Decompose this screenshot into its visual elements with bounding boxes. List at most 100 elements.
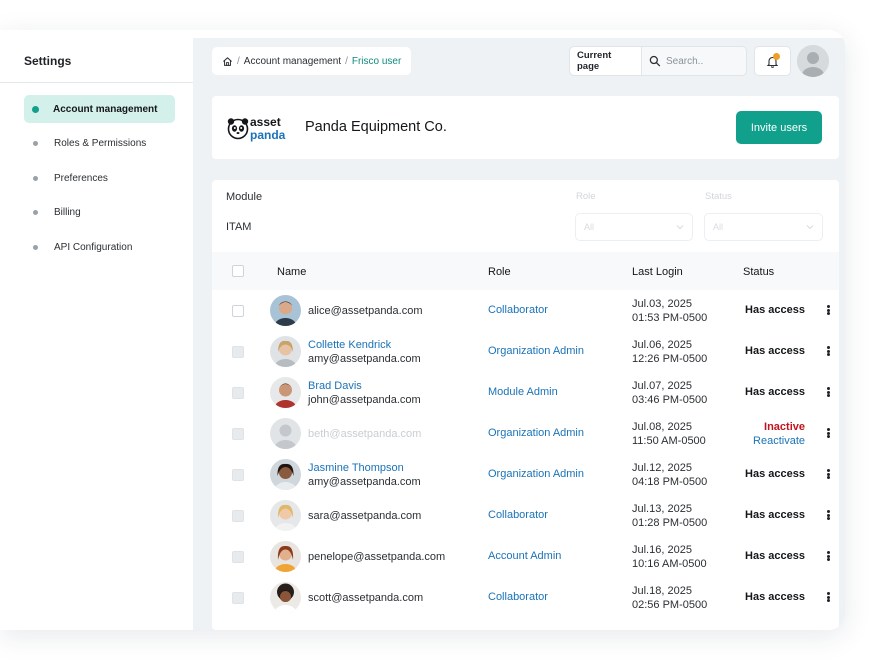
row-checkbox[interactable] (232, 346, 244, 358)
table-row[interactable]: Collette Kendrick amy@assetpanda.com Org… (212, 331, 839, 372)
table-row[interactable]: scott@assetpanda.com Collaborator Jul.18… (212, 577, 839, 618)
sidebar-item-billing[interactable]: Billing (24, 198, 175, 226)
status-text: Has access (745, 550, 805, 562)
search-input[interactable] (666, 55, 746, 67)
module-label: Module (226, 191, 263, 203)
kebab-menu-icon[interactable] (825, 549, 831, 563)
last-login: Jul.06, 2025 12:26 PM-0500 (632, 338, 707, 366)
sidebar-item-roles-permissions[interactable]: Roles & Permissions (24, 129, 175, 157)
user-avatar (270, 459, 301, 490)
role-filter-select[interactable]: All (575, 213, 693, 241)
row-checkbox[interactable] (232, 428, 244, 440)
last-login: Jul.03, 2025 01:53 PM-0500 (632, 297, 707, 325)
user-role-link[interactable]: Account Admin (488, 550, 561, 562)
kebab-menu-icon[interactable] (825, 385, 831, 399)
table-row[interactable]: alice@assetpanda.com Collaborator Jul.03… (212, 290, 839, 331)
column-header-role[interactable]: Role (488, 266, 511, 278)
sidebar-item-label: Billing (54, 206, 81, 218)
user-email: amy@assetpanda.com (308, 352, 421, 365)
sidebar-item-account-management[interactable]: Account management (24, 95, 175, 123)
login-date: Jul.13, 2025 (632, 503, 692, 515)
notifications-button[interactable] (754, 46, 791, 76)
sidebar-item-api-configuration[interactable]: API Configuration (24, 233, 175, 261)
breadcrumb-separator: / (237, 55, 240, 67)
user-role-link[interactable]: Collaborator (488, 591, 548, 603)
login-date: Jul.18, 2025 (632, 585, 692, 597)
status-cell: Inactive Reactivate (753, 420, 805, 448)
user-avatar (270, 295, 301, 326)
breadcrumb-parent[interactable]: Account management (244, 56, 341, 67)
row-checkbox[interactable] (232, 305, 244, 317)
user-display-name[interactable]: Collette Kendrick (308, 338, 421, 352)
bullet-icon (33, 140, 38, 146)
login-date: Jul.03, 2025 (632, 298, 692, 310)
status-inactive-text: Inactive (764, 421, 805, 433)
row-checkbox[interactable] (232, 510, 244, 522)
status-filter-select[interactable]: All (704, 213, 823, 241)
user-role-link[interactable]: Collaborator (488, 304, 548, 316)
status-filter-label: Status (705, 191, 732, 202)
table-row[interactable]: Brad Davis john@assetpanda.com Module Ad… (212, 372, 839, 413)
invite-users-button[interactable]: Invite users (736, 111, 822, 144)
kebab-menu-icon[interactable] (825, 344, 831, 358)
login-time: 11:50 AM-0500 (632, 435, 706, 447)
user-avatar (270, 500, 301, 531)
user-email: penelope@assetpanda.com (308, 550, 446, 563)
user-role-link[interactable]: Module Admin (488, 386, 558, 398)
main-panel: / Account management / Frisco user Curre… (193, 38, 845, 630)
select-all-checkbox[interactable] (232, 265, 244, 277)
last-login: Jul.18, 2025 02:56 PM-0500 (632, 584, 707, 612)
status-filter-value: All (713, 222, 724, 232)
column-header-status[interactable]: Status (743, 266, 774, 278)
kebab-menu-icon[interactable] (825, 303, 831, 317)
user-role-link[interactable]: Organization Admin (488, 345, 584, 357)
user-identity: penelope@assetpanda.com (308, 536, 445, 577)
user-role-link[interactable]: Organization Admin (488, 468, 584, 480)
breadcrumb-separator: / (345, 55, 348, 67)
kebab-menu-icon[interactable] (825, 508, 831, 522)
reactivate-link[interactable]: Reactivate (753, 434, 805, 448)
login-date: Jul.12, 2025 (632, 462, 692, 474)
search-group: Current page (569, 46, 747, 76)
login-time: 01:28 PM-0500 (632, 517, 708, 529)
row-checkbox[interactable] (232, 592, 244, 604)
kebab-menu-icon[interactable] (825, 467, 831, 481)
table-row[interactable]: sara@assetpanda.com Collaborator Jul.13,… (212, 495, 839, 536)
sidebar-item-preferences[interactable]: Preferences (24, 164, 175, 192)
bullet-icon (33, 209, 38, 215)
kebab-menu-icon[interactable] (825, 426, 831, 440)
home-icon[interactable] (222, 56, 233, 67)
column-header-name[interactable]: Name (277, 266, 306, 278)
row-checkbox[interactable] (232, 551, 244, 563)
status-text: Has access (745, 591, 805, 603)
sidebar-item-label: API Configuration (54, 241, 133, 253)
current-page-scope-button[interactable]: Current page (570, 47, 643, 75)
row-checkbox[interactable] (232, 469, 244, 481)
role-filter-label: Role (576, 191, 596, 202)
user-avatar (270, 336, 301, 367)
bullet-icon (33, 175, 38, 181)
module-value[interactable]: ITAM (226, 221, 251, 233)
chevron-down-icon (806, 225, 814, 230)
sidebar-item-label: Account management (53, 103, 158, 115)
user-avatar[interactable] (797, 45, 829, 77)
user-role-link[interactable]: Collaborator (488, 509, 548, 521)
user-display-name[interactable]: Brad Davis (308, 379, 421, 393)
breadcrumb-current: Frisco user (351, 55, 402, 67)
user-role-link[interactable]: Organization Admin (488, 427, 584, 439)
column-header-last-login[interactable]: Last Login (632, 266, 683, 278)
user-display-name[interactable]: Jasmine Thompson (308, 461, 421, 475)
status-text: Has access (745, 468, 805, 480)
table-row[interactable]: beth@assetpanda.com Organization Admin J… (212, 413, 839, 454)
user-identity: Collette Kendrick amy@assetpanda.com (308, 331, 421, 372)
last-login: Jul.07, 2025 03:46 PM-0500 (632, 379, 707, 407)
sidebar: Settings Account management Roles & Perm… (0, 30, 193, 630)
bullet-icon (33, 244, 38, 250)
user-email: sara@assetpanda.com (308, 509, 422, 522)
kebab-menu-icon[interactable] (825, 590, 831, 604)
table-row[interactable]: penelope@assetpanda.com Account Admin Ju… (212, 536, 839, 577)
login-time: 10:16 AM-0500 (632, 558, 707, 570)
app-window: Settings Account management Roles & Perm… (0, 30, 845, 630)
row-checkbox[interactable] (232, 387, 244, 399)
table-row[interactable]: Jasmine Thompson amy@assetpanda.com Orga… (212, 454, 839, 495)
